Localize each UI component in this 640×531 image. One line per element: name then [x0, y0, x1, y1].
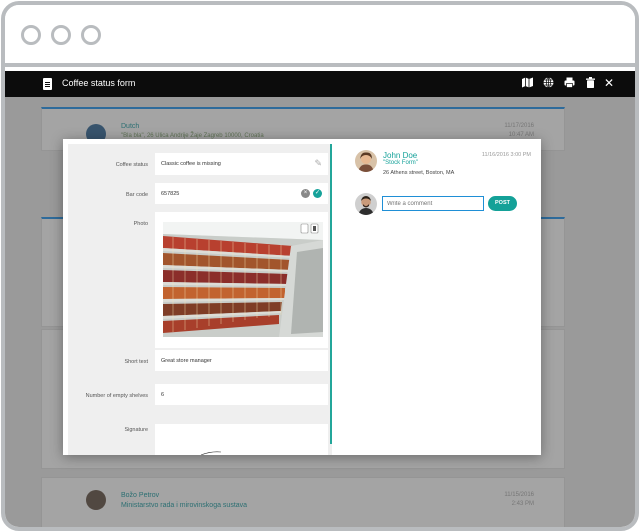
bar-code-value: 657825	[161, 190, 180, 197]
short-text-value: Great store manager	[161, 357, 212, 364]
signature-field[interactable]	[155, 424, 328, 455]
check-icon[interactable]: ✓	[313, 189, 322, 198]
photo-field[interactable]	[155, 212, 328, 348]
coffee-status-value: Classic coffee is missing	[161, 161, 221, 167]
browser-titlebar	[5, 5, 635, 67]
coffee-status-label: Coffee status	[115, 162, 148, 168]
window-dot-icon[interactable]	[51, 25, 71, 45]
print-icon[interactable]	[563, 77, 575, 90]
photo-label: Photo	[133, 221, 148, 227]
window-dot-icon[interactable]	[21, 25, 41, 45]
comment-timestamp: 11/16/2016 3:00 PM	[481, 152, 531, 158]
coffee-status-field[interactable]: Classic coffee is missing ✎	[155, 153, 328, 175]
empty-shelves-label: Number of empty shelves	[85, 393, 148, 399]
map-icon[interactable]	[521, 77, 533, 90]
form-pane: Coffee status Classic coffee is missing …	[68, 144, 332, 455]
comment-form-tag[interactable]: "Stock Form"	[383, 160, 418, 166]
signature-stroke	[200, 451, 222, 455]
window-dot-icon[interactable]	[81, 25, 101, 45]
short-text-label: Short text	[124, 359, 148, 365]
short-text-field[interactable]: Great store manager	[155, 350, 328, 371]
comment-input[interactable]	[382, 196, 484, 211]
comment-address: 26 Athens street, Boston, MA	[383, 170, 455, 176]
browser-window: Dutch "Bla bla", 26 Ulica Andrije Žaje Z…	[1, 1, 639, 531]
comment-author[interactable]: John Doe	[383, 151, 417, 160]
bar-code-field[interactable]: 657825 × ✓	[155, 183, 328, 204]
document-icon	[43, 78, 52, 90]
bar-code-label: Bar code	[125, 192, 148, 198]
empty-shelves-value: 6	[161, 391, 165, 398]
form-modal: Coffee status Classic coffee is missing …	[63, 139, 541, 455]
avatar	[355, 150, 377, 172]
clear-icon[interactable]: ×	[301, 189, 310, 198]
post-button[interactable]: POST	[488, 196, 517, 211]
scroll-indicator[interactable]	[330, 144, 332, 444]
globe-icon[interactable]	[542, 77, 554, 90]
close-icon[interactable]: ✕	[603, 77, 615, 90]
empty-shelves-field[interactable]: 6	[155, 384, 328, 405]
avatar	[355, 193, 377, 215]
comments-pane: John Doe "Stock Form" 26 Athens street, …	[335, 139, 541, 455]
signature-label: Signature	[124, 427, 148, 433]
shelf-photo[interactable]	[163, 222, 323, 337]
edit-pencil-icon[interactable]: ✎	[314, 158, 322, 169]
trash-icon[interactable]	[584, 77, 596, 90]
page-title: Coffee status form	[62, 78, 136, 88]
app-header: Coffee status form ✕	[5, 71, 635, 97]
